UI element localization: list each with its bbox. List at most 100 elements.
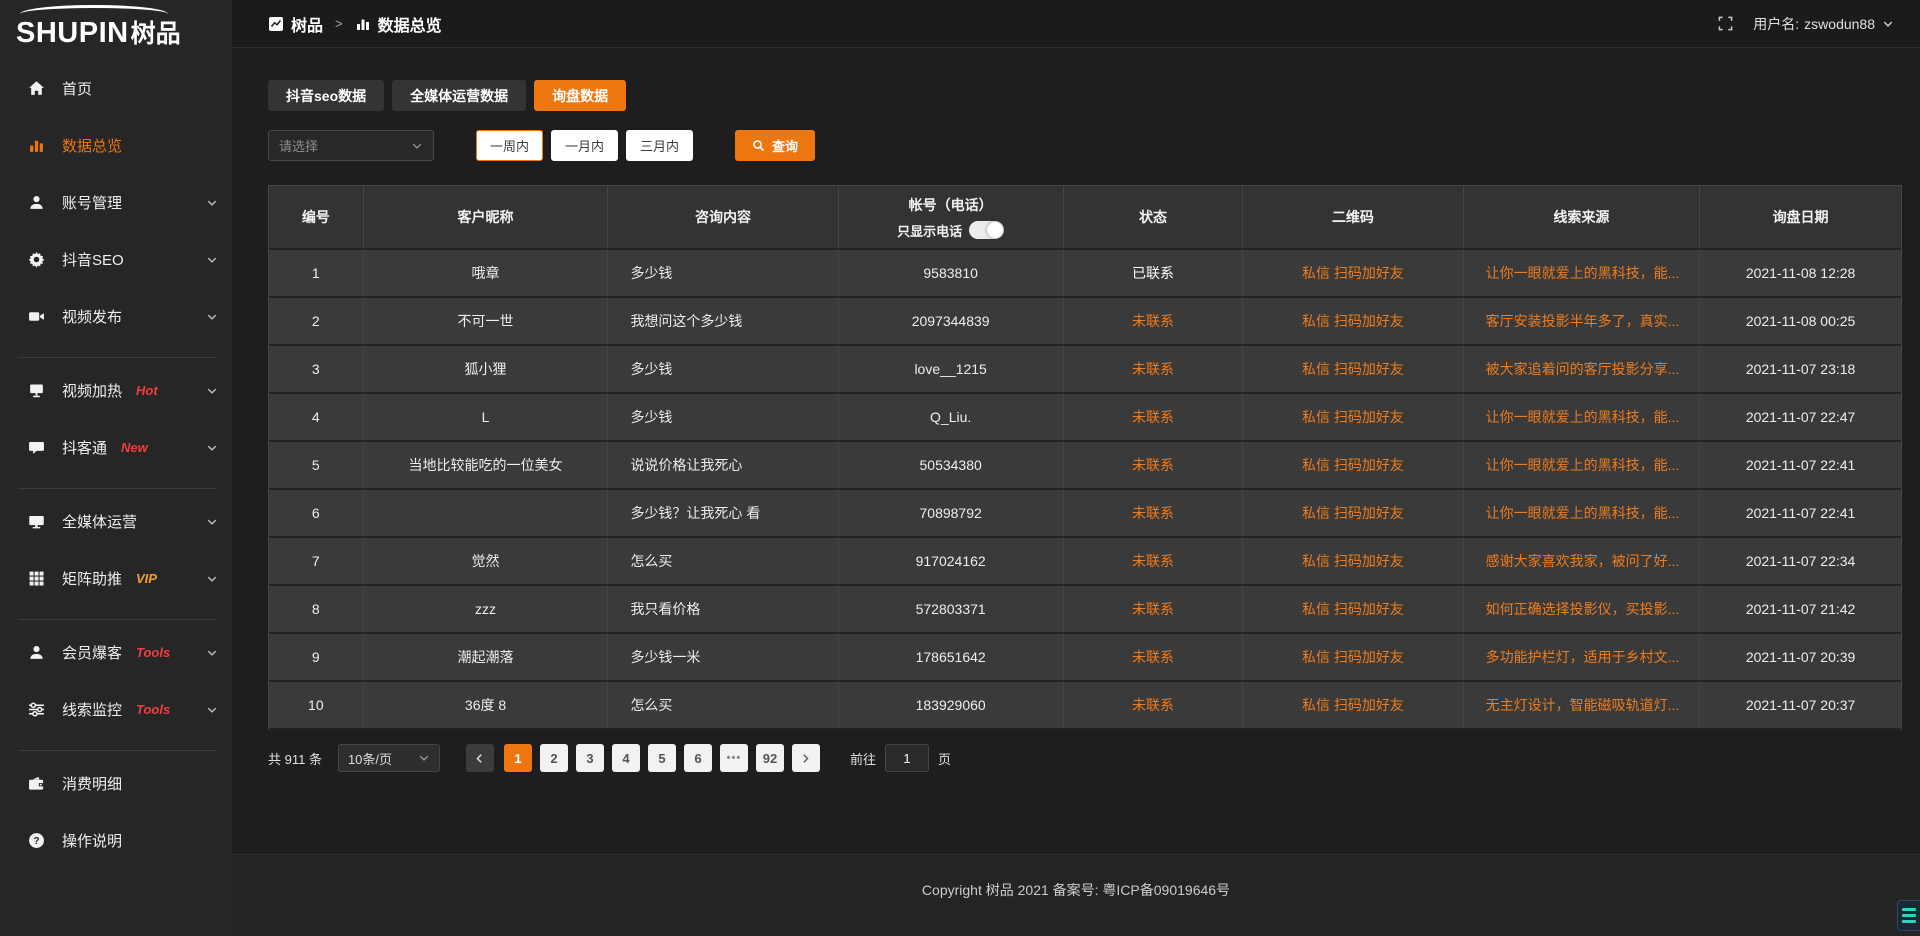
table-row: 3狐小狸多少钱love__1215未联系私信 扫码加好友被大家追着问的客厅投影分… [269,346,1901,394]
range-button-0[interactable]: 一周内 [476,130,543,161]
cell-qrcode-link[interactable]: 私信 扫码加好友 [1243,346,1463,392]
cell-qrcode-link[interactable]: 私信 扫码加好友 [1243,394,1463,440]
page-button-4[interactable]: 4 [612,744,640,772]
cell-account: 9583810 [839,250,1064,296]
sidebar-divider [18,619,216,620]
query-button-label: 查询 [772,136,798,155]
cell-id: 7 [269,538,364,584]
cell-qrcode-link[interactable]: 私信 扫码加好友 [1243,442,1463,488]
sidebar-item-3[interactable]: 抖音SEO [0,235,232,284]
range-button-1[interactable]: 一月内 [551,130,618,161]
goto-page: 前往 页 [850,744,951,772]
cell-date: 2021-11-07 22:47 [1700,394,1901,440]
help-circle-icon: ? [28,832,45,849]
sidebar-item-7[interactable]: 抖客通New [0,423,232,472]
cell-source-link[interactable]: 被大家追着问的客厅投影分享... [1464,346,1701,392]
breadcrumb: 树品 > 数据总览 [268,12,442,36]
page-buttons: 123456 ••• 92 [504,744,784,772]
cell-account: 183929060 [839,682,1064,728]
cell-source-link[interactable]: 感谢大家喜欢我家，被问了好... [1464,538,1701,584]
goto-page-input[interactable] [885,744,929,772]
page-button-1[interactable]: 1 [504,744,532,772]
table-row: 4L多少钱Q_Liu.未联系私信 扫码加好友让你一眼就爱上的黑科技，能...20… [269,394,1901,442]
chevron-down-icon [411,140,423,152]
page-button-5[interactable]: 5 [648,744,676,772]
cell-qrcode-link[interactable]: 私信 扫码加好友 [1243,490,1463,536]
tab-1[interactable]: 全媒体运营数据 [392,80,526,111]
phone-only-toggle[interactable] [969,221,1004,239]
page-ellipsis[interactable]: ••• [720,744,748,772]
cell-source-link[interactable]: 让你一眼就爱上的黑科技，能... [1464,250,1701,296]
goto-prefix-label: 前往 [850,749,876,768]
cell-content: 多少钱 [608,394,838,440]
chevron-down-icon [206,516,218,528]
cell-qrcode-link[interactable]: 私信 扫码加好友 [1243,634,1463,680]
phone-toggle-label: 只显示电话 [897,221,962,240]
col-header-account: 帐号（电话） 只显示电话 [839,186,1064,248]
sidebar: SHUPIN树品 首页数据总览账号管理抖音SEO视频发布视频加热Hot抖客通Ne… [0,0,232,936]
tab-2[interactable]: 询盘数据 [534,80,626,111]
page-button-3[interactable]: 3 [576,744,604,772]
sliders-icon [28,701,45,718]
next-page-button[interactable] [792,744,820,772]
cell-content: 说说价格让我死心 [608,442,838,488]
main-content: 抖音seo数据全媒体运营数据询盘数据 请选择 一周内一月内三月内 查询 编号 客… [232,48,1920,772]
sidebar-item-2[interactable]: 账号管理 [0,178,232,227]
sidebar-item-0[interactable]: 首页 [0,64,232,113]
user-icon [28,194,45,211]
cell-status: 未联系 [1064,586,1244,632]
sidebar-item-1[interactable]: 数据总览 [0,121,232,170]
cell-source-link[interactable]: 如何正确选择投影仪，买投影... [1464,586,1701,632]
sidebar-item-10[interactable]: 矩阵助推VIP [0,554,232,603]
cell-qrcode-link[interactable]: 私信 扫码加好友 [1243,298,1463,344]
col-header-status: 状态 [1064,186,1244,248]
cell-qrcode-link[interactable]: 私信 扫码加好友 [1243,538,1463,584]
page-size-select[interactable]: 10条/页 [338,744,440,772]
range-button-2[interactable]: 三月内 [626,130,693,161]
logo-arc-decoration [20,5,168,23]
svg-text:?: ? [33,836,39,847]
cell-date: 2021-11-07 21:42 [1700,586,1901,632]
sidebar-item-6[interactable]: 视频加热Hot [0,366,232,415]
cell-qrcode-link[interactable]: 私信 扫码加好友 [1243,586,1463,632]
sidebar-item-15[interactable]: 消费明细 [0,759,232,808]
breadcrumb-home[interactable]: 树品 [291,12,323,36]
cell-date: 2021-11-08 00:25 [1700,298,1901,344]
floating-widget-icon[interactable] [1897,900,1920,931]
copyright-text: Copyright 树品 2021 备案号: 粤ICP备09019646号 [922,882,1230,898]
username: zswodun88 [1804,16,1875,32]
home-icon [28,80,45,97]
sidebar-item-13[interactable]: 线索监控Tools [0,685,232,734]
sidebar-item-9[interactable]: 全媒体运营 [0,497,232,546]
cell-source-link[interactable]: 多功能护栏灯，适用于乡村文... [1464,634,1701,680]
cell-status: 未联系 [1064,394,1244,440]
cell-date: 2021-11-07 22:41 [1700,442,1901,488]
cell-id: 9 [269,634,364,680]
filter-bar: 请选择 一周内一月内三月内 查询 [268,130,1902,161]
cell-source-link[interactable]: 让你一眼就爱上的黑科技，能... [1464,490,1701,536]
cell-source-link[interactable]: 客厅安装投影半年多了，真实... [1464,298,1701,344]
cell-nickname: 觉然 [364,538,609,584]
prev-page-button[interactable] [466,744,494,772]
cell-source-link[interactable]: 让你一眼就爱上的黑科技，能... [1464,394,1701,440]
page-button-2[interactable]: 2 [540,744,568,772]
breadcrumb-current: 数据总览 [378,12,442,36]
sidebar-item-12[interactable]: 会员爆客Tools [0,628,232,677]
page-button-6[interactable]: 6 [684,744,712,772]
query-button[interactable]: 查询 [735,130,815,161]
pagination: 共 911 条 10条/页 123456•••92 前往 页 [268,744,1902,772]
sidebar-item-4[interactable]: 视频发布 [0,292,232,341]
goto-suffix-label: 页 [938,749,951,768]
page-button-92[interactable]: 92 [756,744,784,772]
cell-source-link[interactable]: 让你一眼就爱上的黑科技，能... [1464,442,1701,488]
cell-date: 2021-11-07 20:39 [1700,634,1901,680]
sidebar-item-16[interactable]: ?操作说明 [0,816,232,865]
fullscreen-icon[interactable] [1718,16,1733,31]
cell-qrcode-link[interactable]: 私信 扫码加好友 [1243,682,1463,728]
tab-0[interactable]: 抖音seo数据 [268,80,384,111]
cell-qrcode-link[interactable]: 私信 扫码加好友 [1243,250,1463,296]
cell-content: 怎么买 [608,682,838,728]
filter-select[interactable]: 请选择 [268,130,434,161]
cell-source-link[interactable]: 无主灯设计，智能磁吸轨道灯... [1464,682,1701,728]
user-menu[interactable]: 用户名: zswodun88 [1753,14,1894,34]
